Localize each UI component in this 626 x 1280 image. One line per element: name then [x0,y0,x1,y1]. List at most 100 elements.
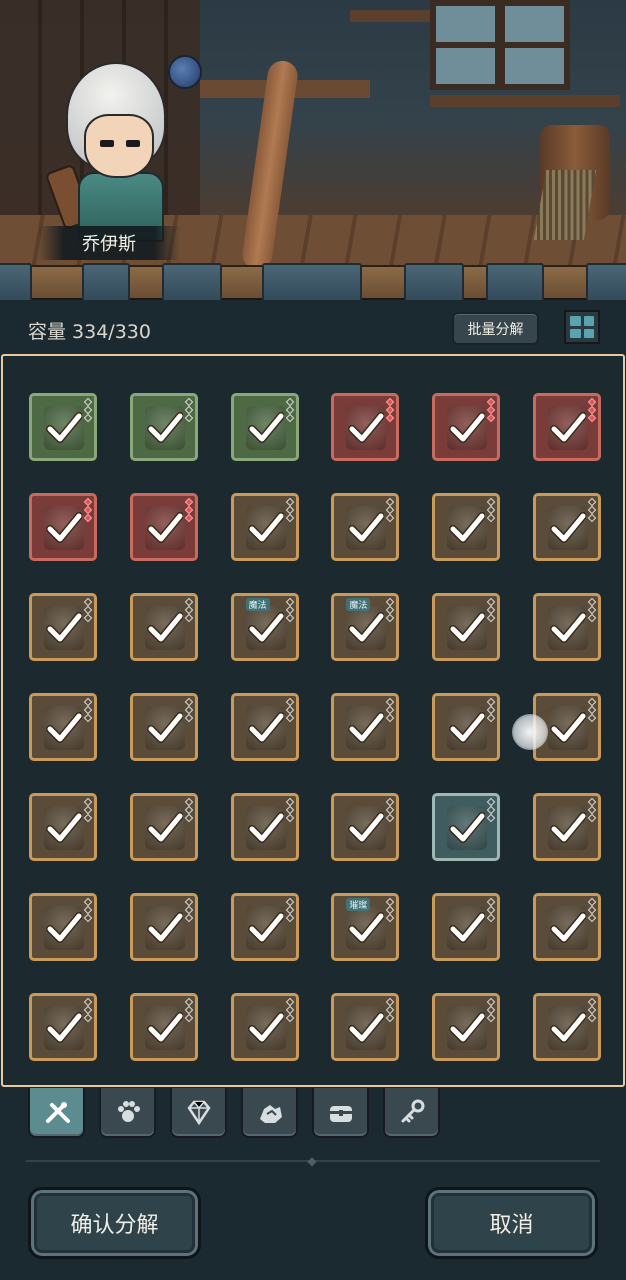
hero-eye [126,140,140,147]
gem-slot-icon [486,713,496,723]
gem-slot-icon [587,913,597,923]
item-slot[interactable] [29,393,97,461]
item-slot[interactable] [532,393,601,461]
gem-slot-icon [386,613,395,623]
selected-check-icon [348,1012,385,1043]
gem-slots [486,397,496,423]
item-slot[interactable] [331,793,400,861]
selected-check-icon [549,812,586,843]
gem-slot-icon [83,913,93,923]
item-slot[interactable] [532,793,601,861]
item-slot[interactable] [129,593,198,661]
selected-check-icon [247,812,284,843]
item-slot[interactable] [532,493,601,561]
cancel-button[interactable]: 取消 [425,1187,598,1259]
gem-slots [486,497,496,523]
gem-slots [184,597,194,623]
gem-slot-icon [184,1013,194,1023]
item-slot[interactable] [230,793,299,861]
item-slot[interactable] [29,893,97,961]
hero-face [84,114,154,178]
hero-portrait[interactable] [44,62,180,242]
tab-gem[interactable] [170,1088,227,1138]
item-slot[interactable] [129,693,198,761]
tab-paw[interactable] [99,1088,156,1138]
item-slot[interactable] [230,893,299,961]
tab-weapons[interactable] [28,1088,85,1138]
item-slot[interactable] [432,493,501,561]
gem-slot-icon [386,997,395,1007]
selected-check-icon [146,412,183,443]
gem-slot-icon [386,513,395,523]
gem-slot-icon [386,797,395,807]
gem-slot-icon [386,913,395,923]
item-slot[interactable] [432,593,501,661]
tab-key[interactable] [383,1088,440,1138]
weapons-icon [45,1102,70,1123]
item-slot[interactable] [29,693,97,761]
selected-check-icon [348,412,385,443]
gem-slot-icon [83,413,93,423]
gem-slots [83,397,93,423]
item-slot[interactable] [432,693,501,761]
batch-disassemble-button[interactable]: 批量分解 [452,312,539,345]
item-slot[interactable] [230,693,299,761]
item-slot[interactable] [129,893,198,961]
tab-ore[interactable] [241,1088,298,1138]
item-slot[interactable] [331,493,400,561]
gem-slot-icon [386,905,395,915]
selected-check-icon [146,512,183,543]
gem-slots [285,497,294,523]
selected-check-icon [46,512,82,543]
ore-icon [259,1105,282,1123]
item-slot[interactable] [29,993,97,1061]
gem-slot-icon [587,713,597,723]
gem-slot-icon [386,1013,395,1023]
gem-slots [386,397,395,423]
item-slot[interactable] [29,793,97,861]
item-slot[interactable]: 魔法 [331,593,400,661]
gem-slot-icon [386,705,395,715]
category-tabs [28,1088,440,1138]
gem-slot-icon [184,913,194,923]
gem-slot-icon [285,1013,294,1023]
item-slot[interactable] [230,393,299,461]
item-slot[interactable] [532,993,601,1061]
item-slot[interactable] [230,493,299,561]
item-slot[interactable] [230,993,299,1061]
touch-indicator [512,714,548,750]
selected-check-icon [348,612,385,643]
item-slot[interactable] [29,493,97,561]
hero-eye [100,140,114,147]
paw-icon [117,1101,140,1122]
gem-slot-icon [83,1013,93,1023]
gem-slot-icon [486,513,496,523]
gem-slot-icon [285,613,294,623]
item-slot[interactable] [29,593,97,661]
item-slot[interactable]: 璀璨 [331,893,400,961]
divider-ornament: ◆ [307,1154,317,1168]
item-slot[interactable]: 魔法 [230,593,299,661]
gem-slots [386,997,395,1023]
item-slot[interactable] [432,793,501,861]
item-slot[interactable] [129,793,198,861]
item-slot[interactable] [129,993,198,1061]
item-slot[interactable] [331,393,400,461]
gem-slots [587,897,597,923]
item-slot[interactable] [432,393,501,461]
item-slot[interactable] [331,693,400,761]
grid-view-icon[interactable] [564,310,600,344]
item-slot[interactable] [331,993,400,1061]
item-slot[interactable] [432,993,501,1061]
selected-check-icon [247,912,284,943]
gem-slot-icon [184,613,194,623]
item-slot[interactable] [532,593,601,661]
item-slot[interactable] [129,393,198,461]
item-slot[interactable] [129,493,198,561]
tab-chest[interactable] [312,1088,369,1138]
gem-slot-icon [83,613,93,623]
item-slot[interactable] [532,893,601,961]
selected-check-icon [449,612,486,643]
item-slot[interactable] [432,893,501,961]
confirm-disassemble-button[interactable]: 确认分解 [28,1187,201,1259]
